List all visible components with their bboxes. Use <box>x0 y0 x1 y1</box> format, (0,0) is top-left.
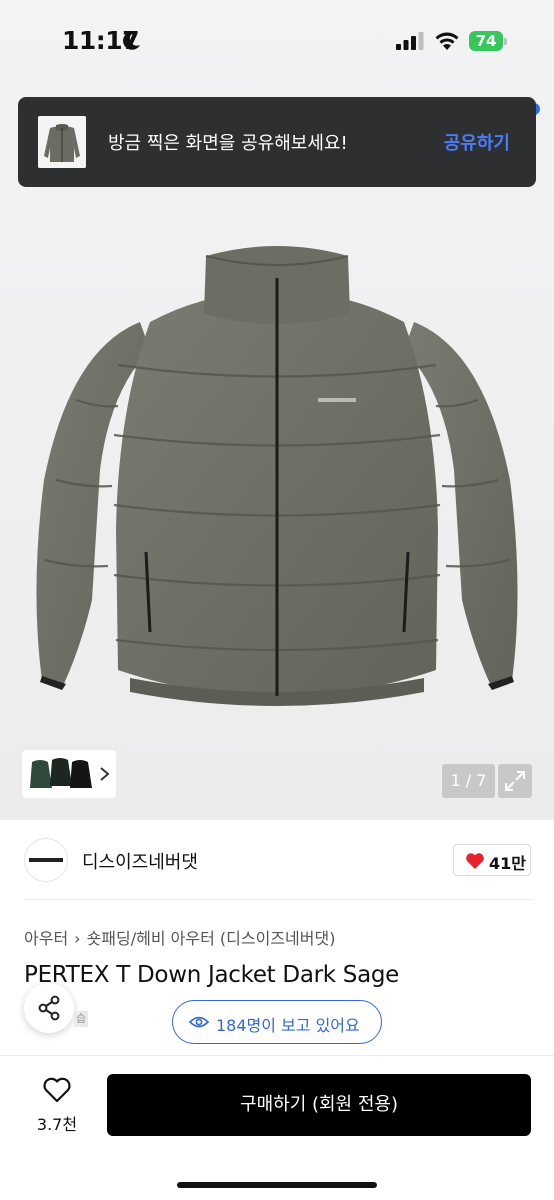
chevron-right-icon <box>100 767 110 781</box>
product-gallery[interactable]: 11:17 74 방금 찍은 화면을 공유해보세요! 공유하기 1 / 7 <box>0 0 554 820</box>
bottom-bar: 3.7천 구매하기 (회원 전용) <box>0 1055 554 1200</box>
faded-text: 습 <box>74 1011 88 1027</box>
home-indicator <box>177 1182 377 1188</box>
toast-message: 방금 찍은 화면을 공유해보세요! <box>108 133 348 154</box>
image-counter: 1 / 7 <box>442 764 495 798</box>
heart-icon <box>466 853 484 869</box>
screenshot-thumbnail <box>38 116 86 168</box>
breadcrumb-brand[interactable]: (디스이즈네버댓) <box>220 929 336 948</box>
shop-logo[interactable] <box>24 838 68 882</box>
heart-outline-icon <box>43 1077 71 1103</box>
wishlist-button[interactable]: 3.7천 <box>30 1076 84 1140</box>
buy-button[interactable]: 구매하기 (회원 전용) <box>107 1074 531 1136</box>
wishlist-count: 3.7천 <box>36 1115 78 1134</box>
like-count: 41만 <box>489 854 526 873</box>
shop-like-button[interactable]: 41만 <box>453 844 531 876</box>
eye-icon <box>189 1016 209 1028</box>
breadcrumb-item[interactable]: 숏패딩/헤비 아우터 <box>87 929 215 948</box>
share-icon <box>38 995 60 1021</box>
wifi-icon <box>435 32 459 50</box>
share-button[interactable] <box>24 983 74 1033</box>
battery-level: 74 <box>475 32 497 50</box>
share-action-button[interactable]: 공유하기 <box>444 129 510 155</box>
product-image[interactable] <box>0 230 554 710</box>
status-bar: 11:17 74 <box>0 0 554 84</box>
product-title: PERTEX T Down Jacket Dark Sage <box>24 962 400 988</box>
breadcrumb[interactable]: 아우터 › 숏패딩/헤비 아우터 (디스이즈네버댓) <box>24 925 335 949</box>
share-toast[interactable]: 방금 찍은 화면을 공유해보세요! 공유하기 <box>18 97 536 187</box>
moon-icon <box>123 31 140 50</box>
shop-name[interactable]: 디스이즈네버댓 <box>82 848 198 874</box>
signal-icon <box>396 32 424 50</box>
expand-icon[interactable] <box>498 764 532 798</box>
divider <box>24 899 532 900</box>
viewers-badge: 184명이 보고 있어요 <box>172 1000 382 1044</box>
viewers-text: 184명이 보고 있어요 <box>216 1016 360 1035</box>
chevron-right-icon: › <box>74 929 81 948</box>
jacket-thumbnail[interactable] <box>22 750 116 798</box>
breadcrumb-item[interactable]: 아우터 <box>24 929 68 948</box>
battery-icon: 74 <box>469 31 507 51</box>
